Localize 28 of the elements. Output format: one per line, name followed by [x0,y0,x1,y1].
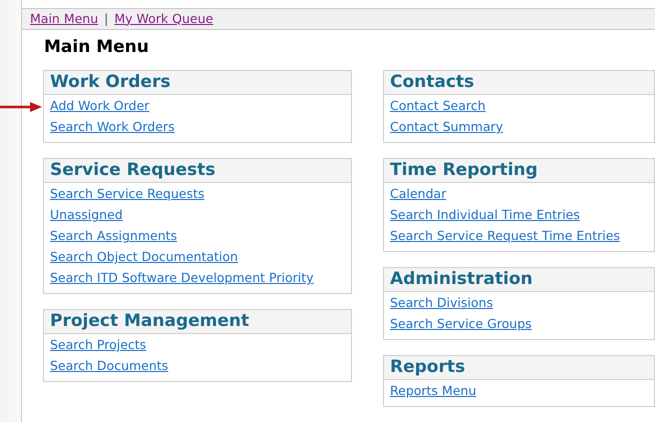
menu-link[interactable]: Search Object Documentation [50,251,238,264]
nav-link[interactable]: My Work Queue [114,10,214,28]
menu-link[interactable]: Add Work Order [50,100,150,113]
panel-heading: Administration [390,271,533,288]
menu-link[interactable]: Search Assignments [50,230,178,243]
menu-link[interactable]: Contact Search [390,100,486,113]
panel-heading: Work Orders [50,74,170,91]
nav-link[interactable]: Main Menu [30,10,98,28]
panel-heading: Service Requests [50,162,216,179]
menu-link[interactable]: Unassigned [50,209,123,222]
panel-heading: Project Management [50,313,250,330]
panel-heading: Time Reporting [390,162,538,179]
menu-link[interactable]: Search Service Request Time Entries [390,230,620,243]
menu-link[interactable]: Search ITD Software Development Priority [50,272,314,285]
menu-link[interactable]: Calendar [390,188,446,201]
menu-link[interactable]: Search Divisions [390,297,493,310]
menu-link[interactable]: Search Individual Time Entries [390,209,580,222]
nav-separator: | [104,10,108,28]
menu-link[interactable]: Reports Menu [390,385,476,398]
menu-link[interactable]: Search Service Requests [50,188,204,201]
page-title: Main Menu [44,39,150,56]
menu-link[interactable]: Contact Summary [390,121,504,134]
menu-link[interactable]: Search Projects [50,339,146,352]
panel-heading: Contacts [390,74,474,91]
menu-link[interactable]: Search Work Orders [50,121,175,134]
menu-link[interactable]: Search Service Groups [390,318,532,331]
menu-link[interactable]: Search Documents [50,360,168,373]
panel-heading: Reports [390,359,466,376]
